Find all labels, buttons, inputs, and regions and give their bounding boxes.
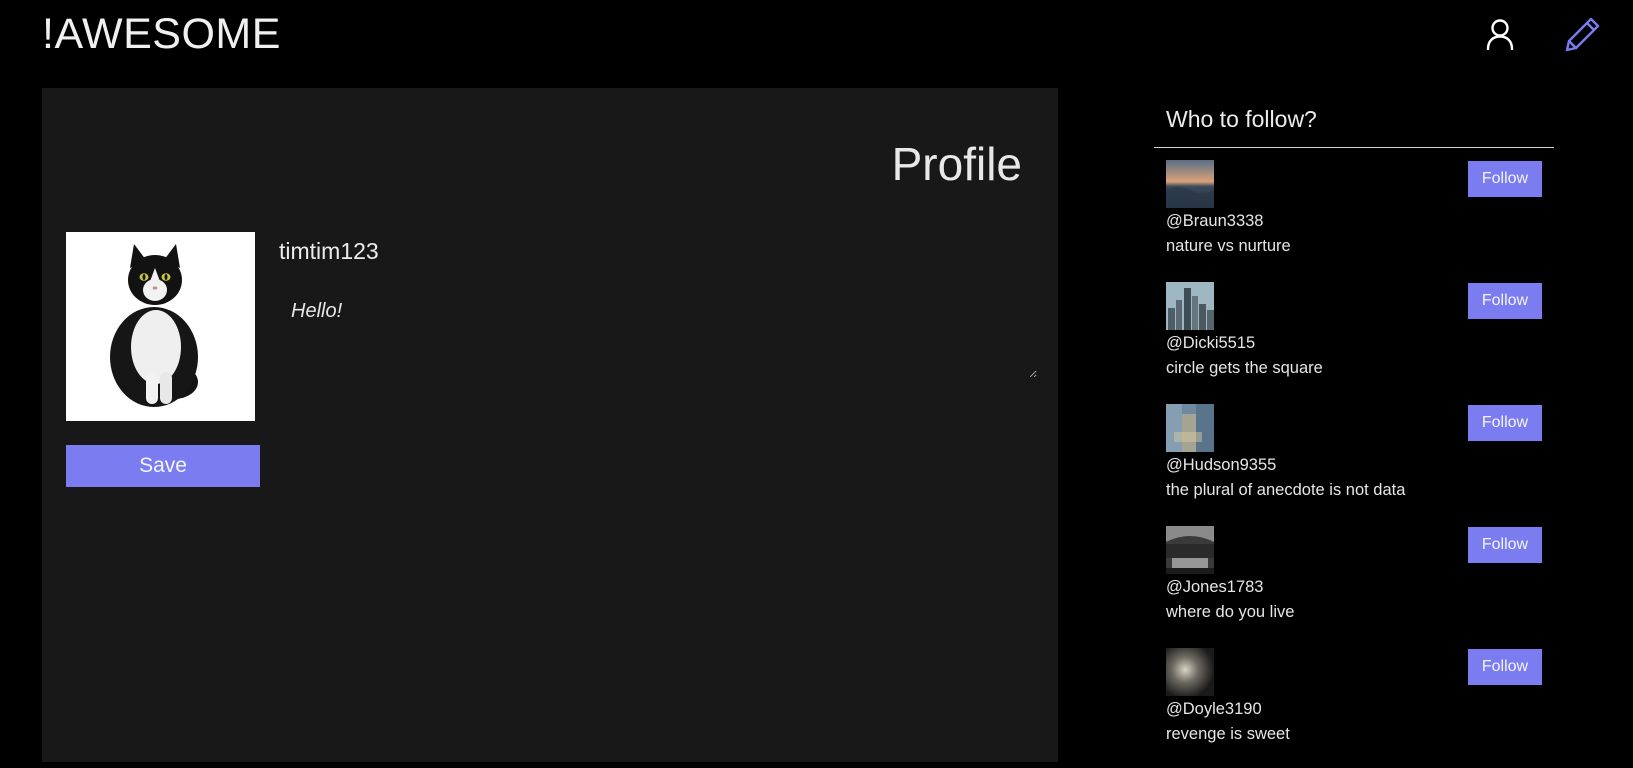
station-interior-photo — [1166, 526, 1214, 574]
follow-button[interactable]: Follow — [1468, 161, 1542, 197]
follow-bio: nature vs nurture — [1166, 237, 1291, 255]
page-title: Profile — [891, 138, 1022, 190]
follow-item: @Hudson9355 the plural of anecdote is no… — [1154, 404, 1554, 514]
follow-avatar[interactable] — [1166, 282, 1214, 330]
cat-photo — [66, 232, 255, 421]
follow-button[interactable]: Follow — [1468, 283, 1542, 319]
who-to-follow-sidebar: Who to follow? @Braun3338 nature vs nurt… — [1154, 88, 1554, 743]
follow-button[interactable]: Follow — [1468, 527, 1542, 563]
follow-bio: circle gets the square — [1166, 359, 1323, 377]
avatar[interactable] — [66, 232, 255, 421]
pencil-icon[interactable] — [1563, 14, 1603, 54]
username: timtim123 — [279, 238, 379, 264]
follow-handle[interactable]: @Doyle3190 — [1166, 698, 1262, 720]
app-logo[interactable]: !AWESOME — [42, 8, 281, 60]
profile-panel: Profile timtim123 Hello! Save — [42, 88, 1058, 762]
follow-avatar[interactable] — [1166, 160, 1214, 208]
follow-item: @Doyle3190 revenge is sweet Follow — [1154, 648, 1554, 758]
follow-item: @Braun3338 nature vs nurture Follow — [1154, 160, 1554, 270]
follow-avatar[interactable] — [1166, 404, 1214, 452]
follow-handle[interactable]: @Jones1783 — [1166, 576, 1264, 598]
follow-item: @Dicki5515 circle gets the square Follow — [1154, 282, 1554, 392]
bio-input[interactable] — [279, 296, 1037, 378]
follow-button[interactable]: Follow — [1468, 405, 1542, 441]
follow-handle[interactable]: @Dicki5515 — [1166, 332, 1255, 354]
follow-bio: the plural of anecdote is not data — [1166, 481, 1406, 499]
save-button[interactable]: Save — [66, 445, 260, 487]
follow-avatar[interactable] — [1166, 648, 1214, 696]
blurred-street-photo — [1166, 404, 1214, 452]
dark-blur-photo — [1166, 648, 1214, 696]
user-icon[interactable] — [1480, 14, 1520, 54]
follow-handle[interactable]: @Braun3338 — [1166, 210, 1264, 232]
city-skyline-photo — [1166, 282, 1214, 330]
follow-bio: revenge is sweet — [1166, 725, 1290, 743]
follow-bio: where do you live — [1166, 603, 1295, 621]
sunset-sea-photo — [1166, 160, 1214, 208]
follow-button[interactable]: Follow — [1468, 649, 1542, 685]
follow-avatar[interactable] — [1166, 526, 1214, 574]
sidebar-title: Who to follow? — [1154, 88, 1554, 148]
follow-item: @Jones1783 where do you live Follow — [1154, 526, 1554, 636]
follow-handle[interactable]: @Hudson9355 — [1166, 454, 1276, 476]
